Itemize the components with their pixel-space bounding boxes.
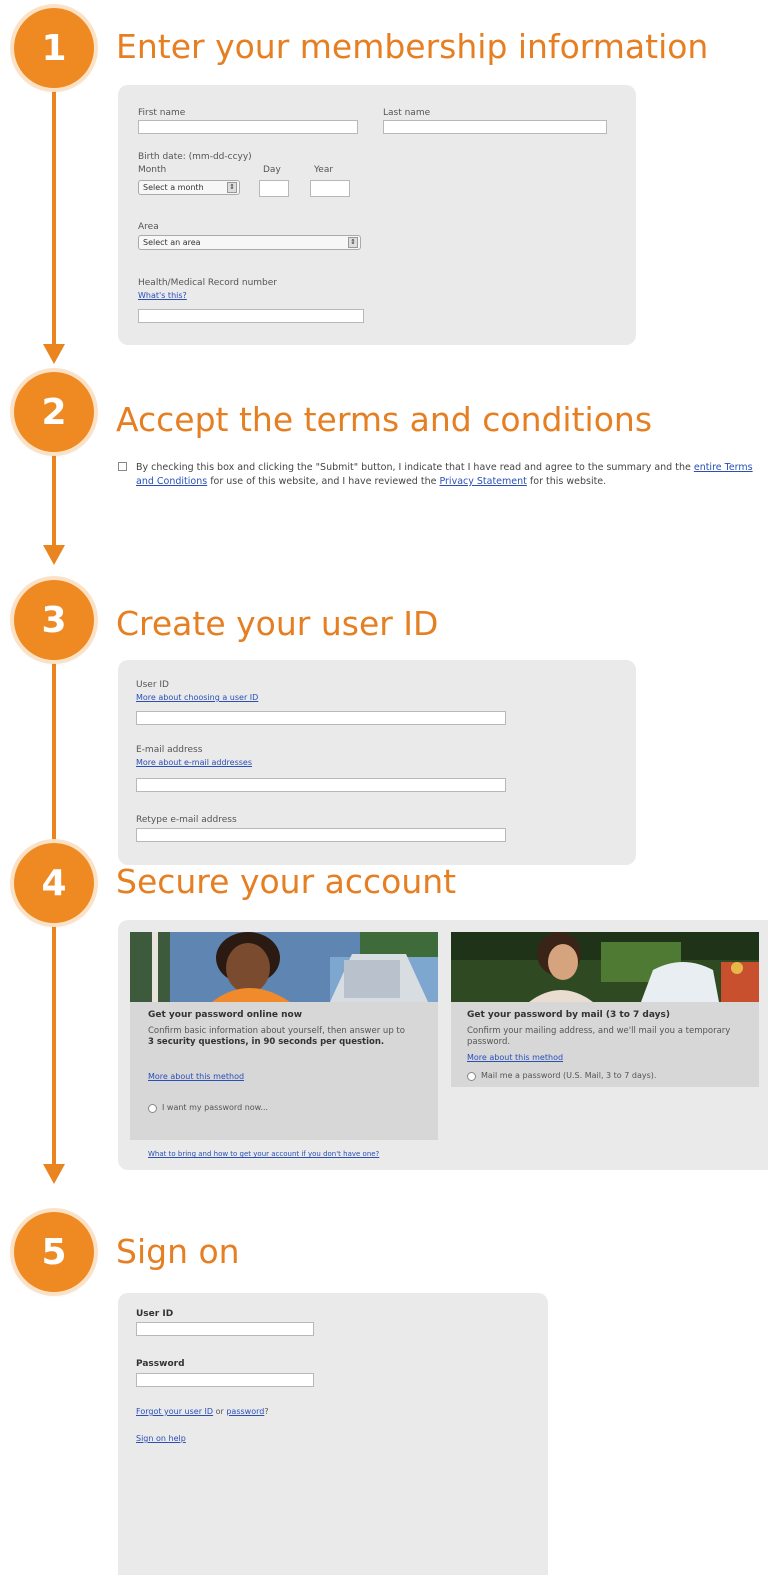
step-4-badge: 4 bbox=[14, 843, 94, 923]
step-connector-2 bbox=[52, 436, 56, 549]
year-label: Year bbox=[314, 165, 334, 175]
step-1-title: Enter your membership information bbox=[116, 27, 709, 66]
question-mark: ? bbox=[264, 1407, 269, 1416]
month-label: Month bbox=[138, 165, 167, 175]
sign-on-panel: User ID Password Forgot your user ID or … bbox=[118, 1293, 548, 1575]
sign-on-user-id-input[interactable] bbox=[136, 1322, 314, 1336]
step-arrow-2 bbox=[43, 545, 65, 565]
online-password-card: Get your password online now Confirm bas… bbox=[130, 932, 438, 1140]
record-number-input[interactable] bbox=[138, 309, 364, 323]
chevron-down-icon: ⇕ bbox=[348, 237, 358, 248]
online-card-text: Confirm basic information about yourself… bbox=[148, 1026, 408, 1048]
online-password-option-label: I want my password now... bbox=[162, 1103, 269, 1112]
first-name-label: First name bbox=[138, 108, 186, 118]
secure-account-panel: Get your password online now Confirm bas… bbox=[118, 920, 768, 1170]
last-name-label: Last name bbox=[383, 108, 431, 118]
online-card-text-bold: 3 security questions, in 90 seconds per … bbox=[148, 1037, 385, 1047]
mail-password-radio[interactable] bbox=[467, 1072, 476, 1081]
terms-text: By checking this box and clicking the "S… bbox=[136, 461, 756, 489]
user-id-panel: User ID More about choosing a user ID E-… bbox=[118, 660, 636, 865]
step-1-badge: 1 bbox=[14, 8, 94, 88]
step-2-badge: 2 bbox=[14, 372, 94, 452]
email-label: E-mail address bbox=[136, 745, 203, 755]
user-id-help-link[interactable]: More about choosing a user ID bbox=[136, 693, 258, 702]
mail-more-link[interactable]: More about this method bbox=[467, 1053, 563, 1062]
woman-mailbox-image bbox=[451, 932, 759, 1002]
step-arrow-1 bbox=[43, 344, 65, 364]
year-input[interactable] bbox=[310, 180, 350, 197]
month-select-value: Select a month bbox=[143, 183, 204, 192]
month-select[interactable]: Select a month ⇕ bbox=[138, 180, 240, 195]
sign-on-password-label: Password bbox=[136, 1359, 185, 1369]
area-select[interactable]: Select an area ⇕ bbox=[138, 235, 361, 250]
email-input[interactable] bbox=[136, 778, 506, 792]
record-number-label: Health/Medical Record number bbox=[138, 278, 278, 288]
sign-on-user-id-label: User ID bbox=[136, 1309, 174, 1319]
mail-card-title: Get your password by mail (3 to 7 days) bbox=[467, 1010, 670, 1020]
last-name-input[interactable] bbox=[383, 120, 607, 134]
online-password-radio[interactable] bbox=[148, 1104, 157, 1113]
step-arrow-4 bbox=[43, 1164, 65, 1184]
step-connector-3 bbox=[52, 652, 56, 867]
whats-this-link[interactable]: What's this? bbox=[138, 291, 187, 300]
step-3-badge: 3 bbox=[14, 580, 94, 660]
online-card-text-start: Confirm basic information about yourself… bbox=[148, 1026, 405, 1036]
step-3-title: Create your user ID bbox=[116, 604, 439, 643]
terms-text-middle: for use of this website, and I have revi… bbox=[207, 476, 440, 487]
forgot-user-id-link[interactable]: Forgot your user ID bbox=[136, 1407, 213, 1416]
retype-email-label: Retype e-mail address bbox=[136, 815, 237, 825]
woman-mailbox-photo bbox=[451, 932, 759, 1002]
mail-card-text: Confirm your mailing address, and we'll … bbox=[467, 1026, 731, 1047]
first-name-input[interactable] bbox=[138, 120, 358, 134]
step-5-badge: 5 bbox=[14, 1212, 94, 1292]
birth-date-label: Birth date: (mm-dd-ccyy) bbox=[138, 152, 252, 162]
step-4-title: Secure your account bbox=[116, 862, 457, 901]
woman-laptop-photo bbox=[130, 932, 438, 1002]
step-2-title: Accept the terms and conditions bbox=[116, 400, 653, 439]
email-help-link[interactable]: More about e-mail addresses bbox=[136, 758, 252, 767]
user-id-input[interactable] bbox=[136, 711, 506, 725]
forgot-credentials-line: Forgot your user ID or password? bbox=[136, 1407, 269, 1416]
area-label: Area bbox=[138, 222, 159, 232]
forgot-password-link[interactable]: password bbox=[226, 1407, 264, 1416]
terms-checkbox[interactable] bbox=[118, 462, 127, 471]
step-connector-1 bbox=[52, 80, 56, 348]
terms-text-start: By checking this box and clicking the "S… bbox=[136, 462, 694, 473]
day-input[interactable] bbox=[259, 180, 289, 197]
sign-on-password-input[interactable] bbox=[136, 1373, 314, 1387]
or-text: or bbox=[215, 1407, 224, 1416]
mail-password-card: Get your password by mail (3 to 7 days) … bbox=[451, 932, 759, 1087]
area-select-value: Select an area bbox=[143, 238, 201, 247]
terms-text-end: for this website. bbox=[526, 476, 607, 487]
day-label: Day bbox=[263, 165, 281, 175]
membership-panel: First name Last name Birth date: (mm-dd-… bbox=[118, 85, 636, 345]
step-5-title: Sign on bbox=[116, 1232, 240, 1271]
online-more-link[interactable]: More about this method bbox=[148, 1072, 244, 1081]
online-card-title: Get your password online now bbox=[148, 1010, 303, 1020]
privacy-link[interactable]: Privacy Statement bbox=[439, 476, 526, 487]
retype-email-input[interactable] bbox=[136, 828, 506, 842]
secure-help-link[interactable]: What to bring and how to get your accoun… bbox=[148, 1150, 379, 1158]
chevron-down-icon: ⇕ bbox=[227, 182, 237, 193]
step-connector-4 bbox=[52, 920, 56, 1168]
sign-on-help-link[interactable]: Sign on help bbox=[136, 1434, 186, 1443]
woman-laptop-image bbox=[130, 932, 438, 1002]
user-id-label: User ID bbox=[136, 680, 169, 690]
mail-password-option-label: Mail me a password (U.S. Mail, 3 to 7 da… bbox=[481, 1071, 657, 1080]
